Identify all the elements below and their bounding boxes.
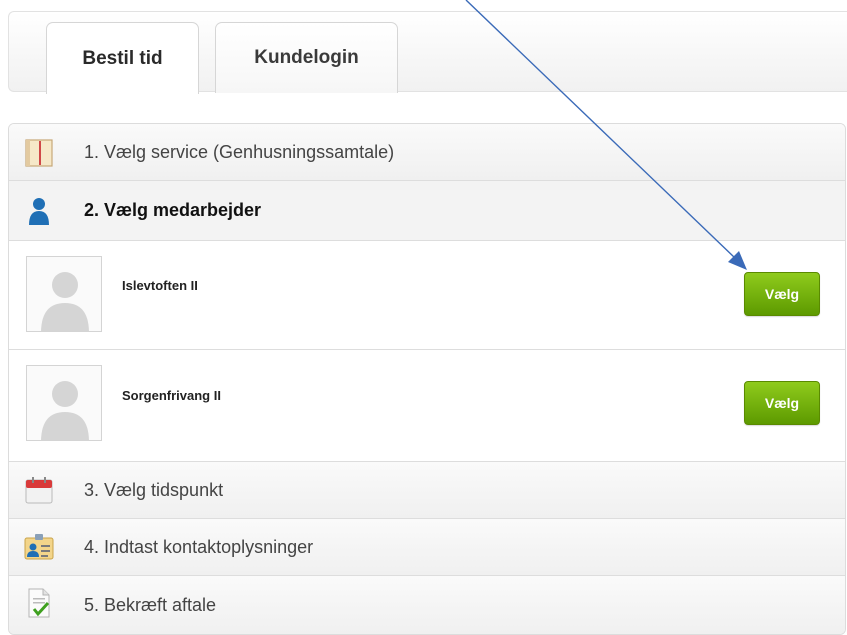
employee-name: Sorgenfrivang II (122, 388, 221, 403)
step-enter-contact[interactable]: 4. Indtast kontaktoplysninger (9, 519, 845, 576)
document-check-icon (28, 588, 50, 618)
calendar-icon (25, 477, 53, 504)
tab-bar: Bestil tid Kundelogin (8, 11, 847, 94)
tab-kundelogin[interactable]: Kundelogin (215, 22, 398, 93)
step-label: 2. Vælg medarbejder (84, 200, 262, 220)
booking-panel: 1. Vælg service (Genhusningssamtale) 2. … (8, 123, 846, 635)
select-employee-button[interactable]: Vælg (744, 272, 820, 316)
step-choose-service[interactable]: 1. Vælg service (Genhusningssamtale) (9, 124, 845, 181)
person-icon (29, 198, 49, 225)
step-confirm[interactable]: 5. Bekræft aftale (9, 576, 845, 634)
step-label: 3. Vælg tidspunkt (84, 479, 224, 500)
avatar (26, 256, 102, 332)
step-choose-employee[interactable]: 2. Vælg medarbejder (9, 181, 845, 241)
select-employee-button[interactable]: Vælg (744, 381, 820, 425)
employee-row: Sorgenfrivang II Vælg (9, 350, 845, 462)
book-icon (25, 139, 53, 167)
avatar (26, 365, 102, 441)
step-label: 1. Vælg service (Genhusningssamtale) (84, 141, 395, 162)
tab-bestil-tid[interactable]: Bestil tid (46, 22, 199, 94)
contact-card-icon (24, 534, 54, 560)
step-choose-time[interactable]: 3. Vælg tidspunkt (9, 462, 845, 519)
employee-name: Islevtoften II (122, 278, 198, 293)
step-label: 4. Indtast kontaktoplysninger (84, 536, 314, 557)
employee-row: Islevtoften II Vælg (9, 241, 845, 350)
step-label: 5. Bekræft aftale (84, 594, 217, 615)
